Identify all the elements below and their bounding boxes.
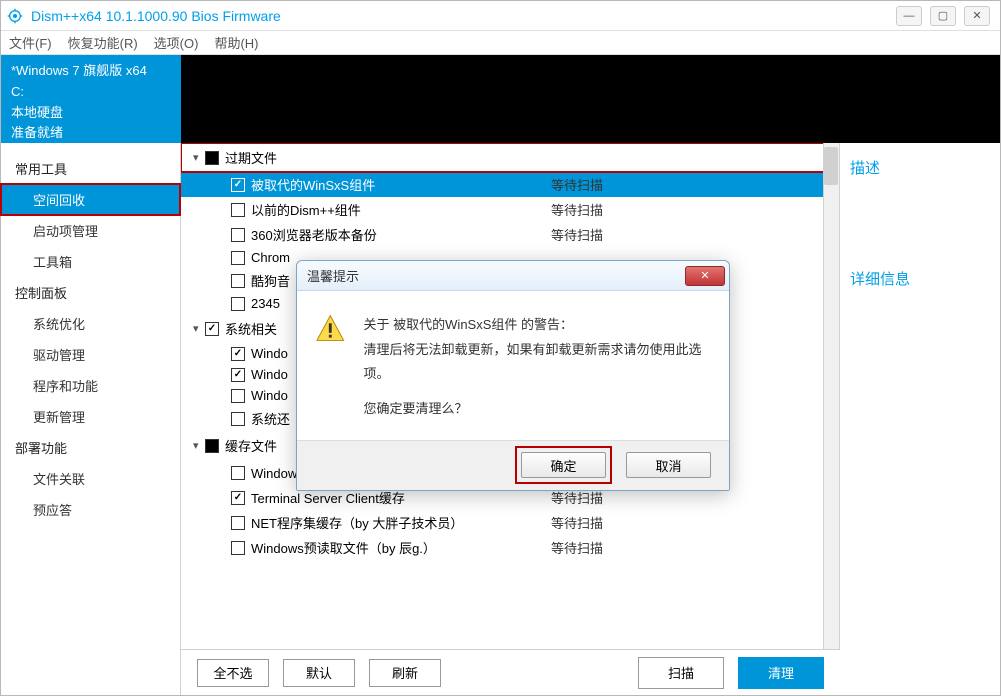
dialog-body: 关于 被取代的WinSxS组件 的警告： 清理后将无法卸载更新，如果有卸载更新需… [297,291,729,440]
dialog-title: 温馨提示 [307,266,685,285]
dialog-close-button[interactable]: ✕ [685,266,725,286]
dialog-line1: 关于 被取代的WinSxS组件 的警告： [364,313,711,338]
warning-dialog: 温馨提示 ✕ 关于 被取代的WinSxS组件 的警告： 清理后将无法卸载更新，如… [296,260,730,491]
cancel-button[interactable]: 取消 [626,452,711,478]
dialog-title-bar: 温馨提示 ✕ [297,261,729,291]
ok-highlight: 确定 [515,446,612,484]
dialog-text: 关于 被取代的WinSxS组件 的警告： 清理后将无法卸载更新，如果有卸载更新需… [364,313,711,422]
dialog-line2: 清理后将无法卸载更新，如果有卸载更新需求请勿使用此选项。 [364,338,711,387]
dialog-backdrop: 温馨提示 ✕ 关于 被取代的WinSxS组件 的警告： 清理后将无法卸载更新，如… [0,0,1001,696]
ok-button[interactable]: 确定 [521,452,606,478]
dialog-buttons: 确定 取消 [297,440,729,490]
warning-icon [315,313,346,345]
dialog-line3: 您确定要清理么？ [364,397,711,422]
